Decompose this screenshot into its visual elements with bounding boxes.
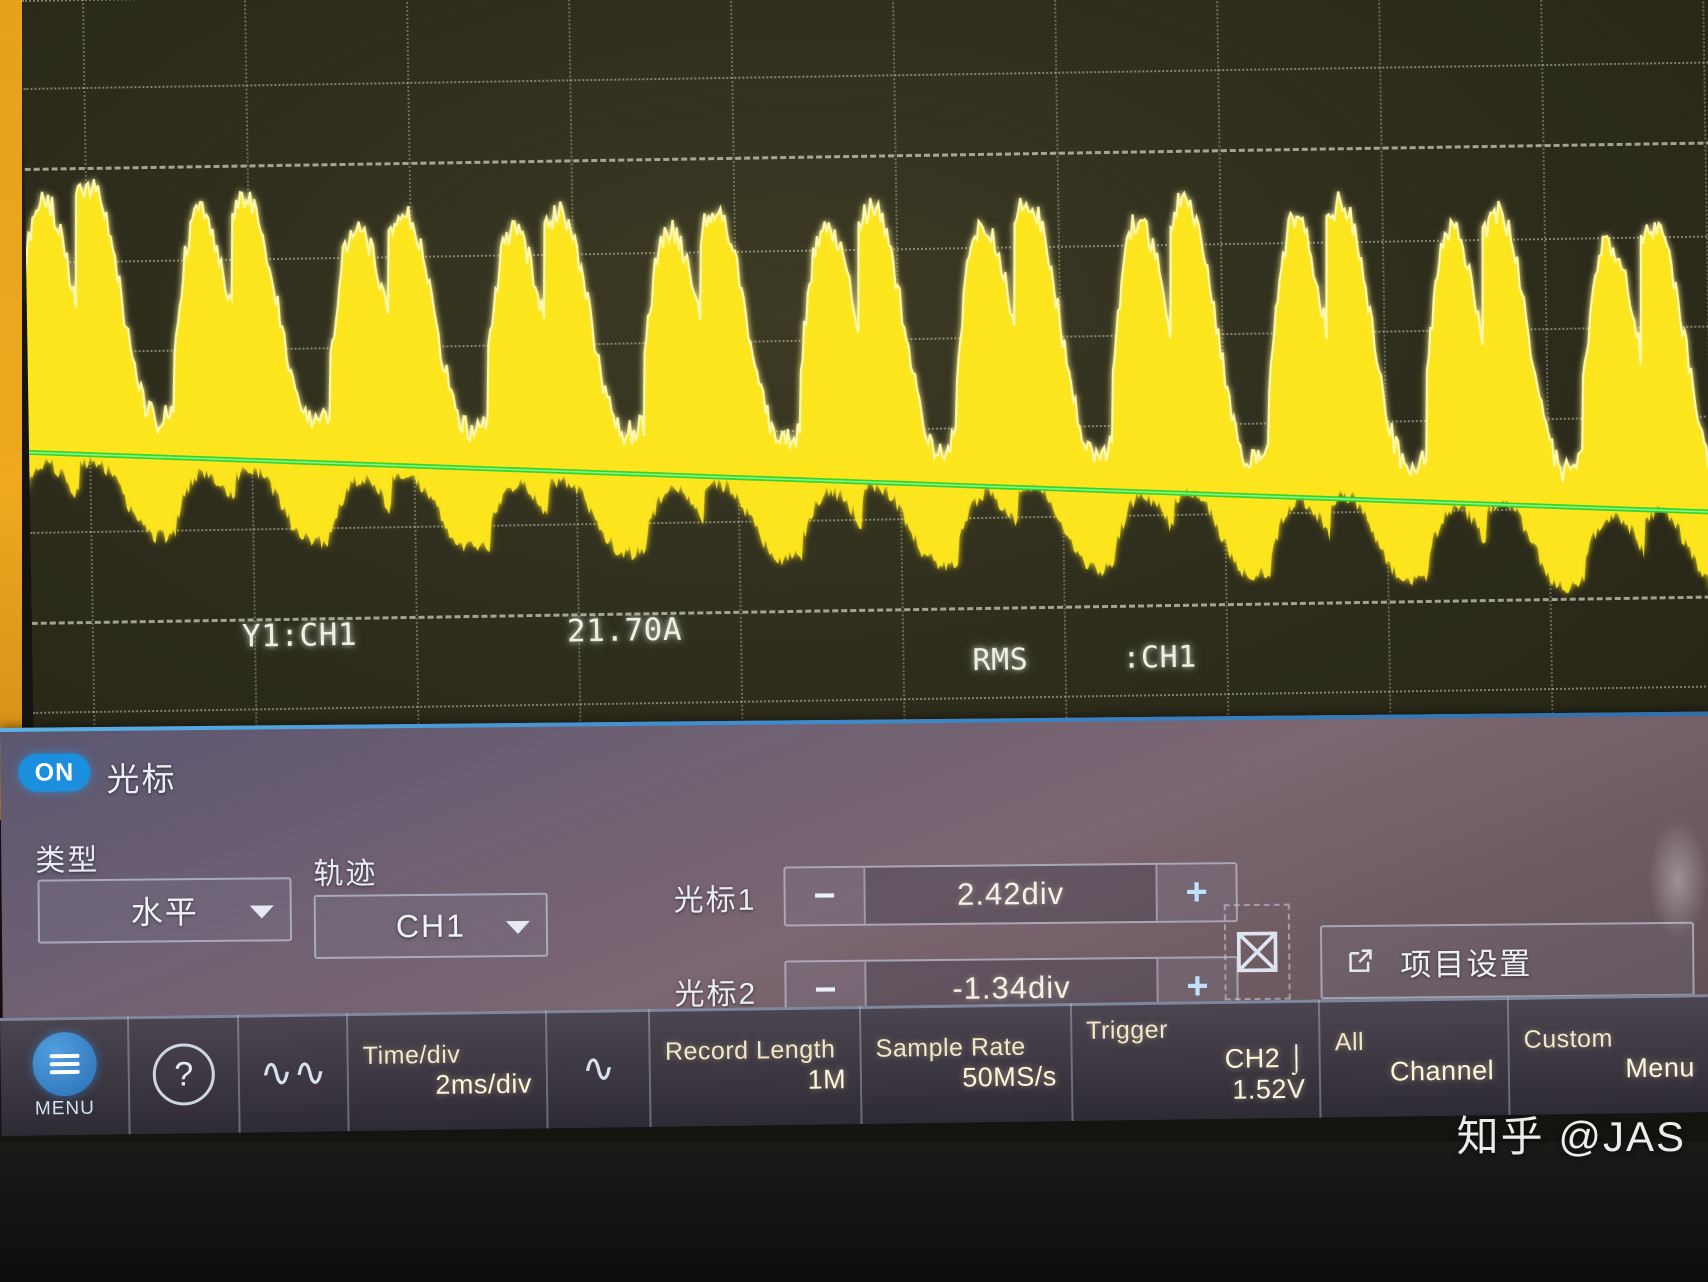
autoset-button[interactable]: ∿∿ (238, 1013, 350, 1133)
measurement-header-row: RMS :CH1 (972, 637, 1353, 679)
bezel-bottom (0, 1142, 1708, 1282)
chevron-down-icon (249, 905, 274, 919)
record-length-value: 1M (807, 1064, 847, 1095)
watermark: 知乎 @JAS (1456, 1113, 1686, 1160)
status-bar: MENU ? ∿∿ Time/div 2ms/div ∿ Record Leng… (0, 994, 1708, 1136)
wave-toggle-icon: ∿ (581, 1046, 616, 1091)
channel-cell[interactable]: All Channel (1320, 996, 1511, 1118)
cursor1-decrement-button[interactable]: − (785, 867, 866, 925)
sample-rate-label: Sample Rate (875, 1032, 1026, 1063)
timediv-cell[interactable]: Time/div 2ms/div (348, 1010, 549, 1132)
panel-title: 光标 (106, 760, 177, 798)
measurement-source: :CH1 (1122, 639, 1197, 676)
timediv-label: Time/div (362, 1040, 461, 1070)
cursor1-value[interactable]: 2.42div (865, 864, 1156, 924)
external-link-icon (1349, 949, 1372, 973)
hamburger-icon (31, 1031, 97, 1097)
channel-label: All (1334, 1027, 1365, 1057)
trace-dropdown[interactable]: CH1 (313, 892, 549, 959)
type-dropdown-value: 水平 (130, 894, 199, 931)
custom-value: Menu (1625, 1052, 1696, 1084)
measurement-name: RMS (972, 642, 1029, 679)
help-button[interactable]: ? (129, 1014, 241, 1135)
cursor1-stepper[interactable]: − 2.42div + (783, 862, 1238, 927)
rising-edge-icon: ⌡ (1287, 1042, 1306, 1073)
trigger-label: Trigger (1085, 1015, 1169, 1045)
oscilloscope-screenshot: Y1:CH1 21.70A Y2:CH1 -15.90A ΔY 37.60A R… (0, 0, 1708, 1282)
trigger-summary: CH2 ⌡ 1.52V (1086, 1042, 1305, 1107)
chevron-down-icon (505, 920, 531, 935)
cursor1-row: 光标1 − 2.42div + (673, 862, 1238, 927)
type-label: 类型 (35, 844, 100, 878)
cursor-on-toggle[interactable]: ON (18, 753, 91, 792)
cursor-readout-row: Y1:CH1 21.70A (242, 612, 683, 656)
custom-label: Custom (1523, 1024, 1613, 1054)
menu-button[interactable]: MENU (0, 1016, 131, 1136)
scope-display[interactable]: Y1:CH1 21.70A Y2:CH1 -15.90A ΔY 37.60A R… (22, 0, 1708, 812)
cursor-link-icon[interactable] (1223, 903, 1291, 1001)
cursor1-label: 光标1 (673, 883, 757, 918)
trigger-value: 1.52V (1232, 1073, 1306, 1105)
menu-button-label: MENU (34, 1097, 96, 1120)
cursor-y1-label: Y1:CH1 (241, 616, 358, 655)
channel-value: Channel (1389, 1055, 1495, 1087)
record-length-cell[interactable]: Record Length 1M (650, 1005, 863, 1127)
project-settings-button[interactable]: 项目设置 (1319, 921, 1695, 1000)
cursor-control-panel: ON 光标 类型 水平 轨迹 CH1 光标1 − 2.42div + 光标2 −… (0, 711, 1708, 1028)
cursor-y1-value: 21.70A (566, 611, 683, 650)
type-dropdown[interactable]: 水平 (37, 877, 293, 944)
cursor-link-glyph (1236, 931, 1278, 973)
record-length-label: Record Length (664, 1035, 836, 1066)
timediv-value: 2ms/div (435, 1068, 533, 1100)
trace-label: 轨迹 (313, 857, 378, 891)
trace-dropdown-value: CH1 (395, 907, 467, 944)
trigger-channel: CH2 (1224, 1042, 1281, 1074)
trigger-cell[interactable]: Trigger CH2 ⌡ 1.52V (1071, 999, 1322, 1122)
bezel-left-orange (0, 0, 22, 820)
sample-rate-cell[interactable]: Sample Rate 50MS/s (861, 1003, 1074, 1124)
autoset-icon: ∿∿ (259, 1050, 328, 1096)
question-mark-icon: ? (152, 1043, 216, 1106)
project-settings-label: 项目设置 (1400, 945, 1533, 983)
wave-toggle-button[interactable]: ∿ (546, 1008, 653, 1129)
custom-menu-cell[interactable]: Custom Menu (1509, 994, 1708, 1115)
sample-rate-value: 50MS/s (962, 1061, 1058, 1093)
